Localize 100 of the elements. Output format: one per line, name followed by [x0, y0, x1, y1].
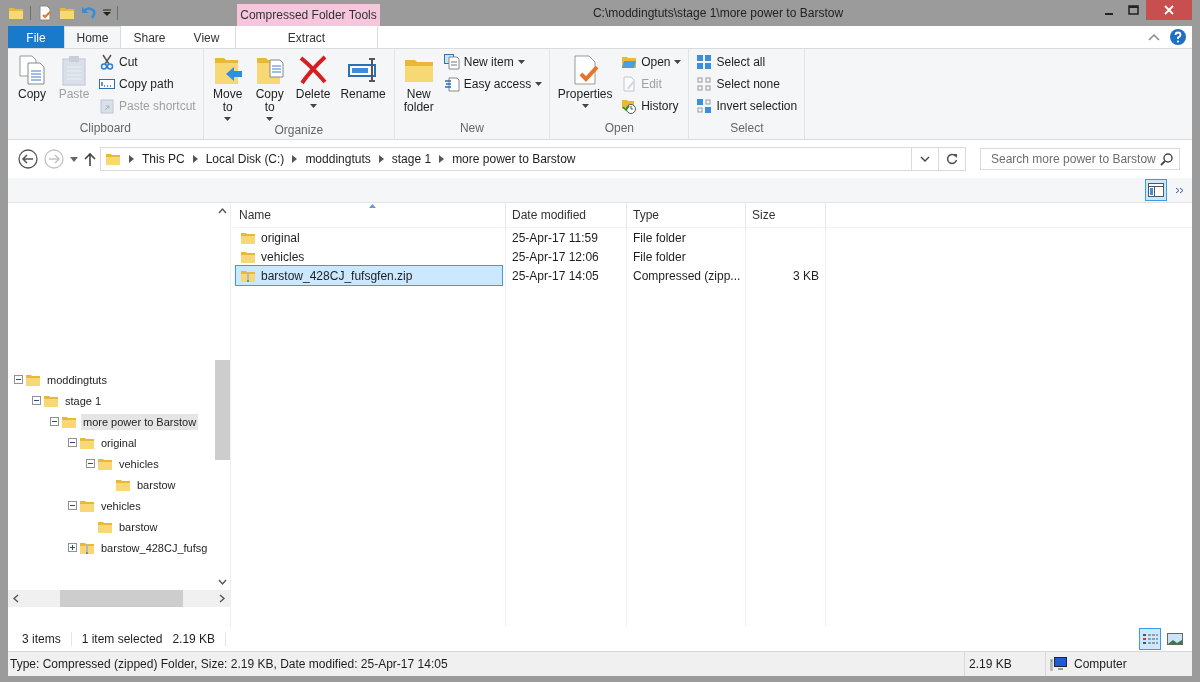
ribbon-button[interactable]: New folder [398, 52, 439, 116]
ribbon-button[interactable]: Move to [207, 52, 248, 123]
help-icon[interactable] [1170, 29, 1186, 45]
tree-item[interactable]: original [99, 434, 139, 451]
dropdown-caret-icon[interactable] [920, 156, 930, 162]
ribbon-button[interactable]: Rename [336, 52, 390, 103]
file-name[interactable]: vehicles [235, 246, 503, 267]
maximize-icon [1128, 5, 1139, 15]
caret-icon [266, 117, 274, 121]
back-button-icon[interactable] [18, 149, 38, 169]
chevron-icon[interactable] [192, 155, 198, 163]
group-label: Open [603, 121, 635, 137]
collapse-icon[interactable] [50, 417, 59, 426]
computer-icon [1050, 656, 1068, 672]
tree-item[interactable]: vehicles [117, 455, 161, 472]
breadcrumb[interactable]: moddingtuts [305, 152, 371, 166]
preview-pane-button[interactable] [1145, 179, 1167, 201]
tree-item[interactable]: barstow [117, 518, 160, 535]
ribbon-button[interactable]: Delete [291, 52, 335, 110]
tree-item[interactable]: stage 1 [63, 392, 104, 409]
ribbon-tab[interactable]: File [8, 26, 64, 48]
checkmark-document-icon[interactable] [37, 5, 53, 21]
breadcrumb[interactable]: more power to Barstow [452, 152, 576, 166]
chevron-icon[interactable] [292, 155, 298, 163]
tree-item[interactable]: more power to Barstow [81, 413, 199, 430]
details-size: 2.19 KB [969, 657, 1012, 671]
address-bar[interactable]: This PC Local Disk (C:) moddingtuts stage 1 more power to Barstow [100, 147, 966, 171]
column-header[interactable]: Name [233, 203, 506, 228]
close-icon [1164, 5, 1174, 15]
chevron-icon[interactable] [439, 155, 445, 163]
expand-icon[interactable] [68, 543, 77, 552]
chevron-icon[interactable] [378, 155, 384, 163]
column-header[interactable]: Size [746, 203, 826, 228]
location-label: Computer [1074, 657, 1127, 671]
ribbon-button[interactable]: New item [440, 54, 546, 70]
view-button[interactable] [1139, 628, 1161, 650]
horizontal-scrollbar[interactable] [8, 590, 230, 607]
shortcut-clipboard-icon [99, 98, 115, 114]
chevron-icon[interactable] [129, 155, 134, 163]
breadcrumb[interactable]: Local Disk (C:) [205, 152, 285, 166]
tree-item[interactable]: vehicles [99, 497, 143, 514]
group-label: Select [729, 121, 765, 137]
table-cell: 25-Apr-17 14:05 [506, 266, 627, 285]
ribbon-button[interactable]: Select none [693, 76, 801, 92]
close-button[interactable] [1146, 0, 1192, 20]
grid-icon [696, 54, 713, 70]
scissors-icon [99, 54, 115, 70]
clock-folder-icon [621, 98, 638, 114]
ribbon-tab[interactable]: Share [121, 26, 178, 48]
item-count: 3 items [22, 632, 61, 646]
tree-item[interactable]: barstow_428CJ_fufsg [99, 539, 210, 556]
ribbon-button[interactable]: History [618, 98, 685, 114]
ribbon-button[interactable]: Select all [693, 54, 801, 70]
caret-icon [674, 60, 682, 64]
column-header[interactable]: Date modified [506, 203, 627, 228]
caret-icon [535, 82, 543, 86]
context-tab-title: Compressed Folder Tools [237, 4, 380, 26]
pencil-document-icon [621, 76, 638, 92]
file-name[interactable]: original [235, 227, 503, 248]
caret-icon [309, 104, 317, 108]
ribbon-button[interactable]: Open [618, 54, 685, 70]
breadcrumb[interactable]: stage 1 [391, 152, 432, 166]
up-arrow-icon[interactable] [84, 152, 96, 166]
search-field[interactable]: Search more power to Barstow [980, 148, 1180, 170]
ribbon-button[interactable]: Copy path [96, 76, 199, 92]
ribbon-button[interactable]: Copy to [249, 52, 290, 123]
table-cell: 25-Apr-17 11:59 [506, 228, 627, 247]
caret-icon [224, 117, 232, 121]
collapse-icon[interactable] [14, 375, 23, 384]
table-cell: 25-Apr-17 12:06 [506, 247, 627, 266]
file-name[interactable]: barstow_428CJ_fufsgfen.zip [235, 265, 503, 286]
double-chevron-icon[interactable] [1175, 186, 1184, 194]
column-header[interactable]: Type [627, 203, 746, 228]
collapse-icon[interactable] [32, 396, 41, 405]
empty-grid-icon [696, 76, 713, 92]
ribbon-tab[interactable]: Home [64, 26, 121, 48]
refresh-icon[interactable] [946, 153, 958, 165]
tree-item[interactable]: moddingtuts [45, 371, 109, 388]
collapse-icon[interactable] [68, 501, 77, 510]
caret-icon [581, 104, 589, 108]
folder-icon [8, 5, 24, 21]
search-icon [1160, 152, 1173, 166]
minimize-icon [1104, 13, 1113, 15]
ribbon-button[interactable]: Cut [96, 54, 199, 70]
tree-item[interactable]: barstow [135, 476, 178, 493]
document-lines-icon [443, 76, 460, 92]
ribbon-button[interactable]: Invert selection [693, 98, 801, 114]
ribbon-button[interactable]: Easy access [440, 76, 546, 92]
picture-icon [1167, 633, 1183, 645]
folder-icon [105, 151, 121, 167]
group-label: Organize [273, 123, 325, 137]
ribbon-button[interactable]: Copy [12, 52, 52, 103]
ribbon-tab[interactable]: View [178, 26, 235, 48]
collapse-icon[interactable] [68, 438, 77, 447]
collapse-icon[interactable] [86, 459, 95, 468]
customize-caret-icon[interactable] [103, 9, 111, 17]
breadcrumb[interactable]: This PC [142, 152, 185, 166]
collapse-ribbon-icon[interactable] [1148, 33, 1160, 41]
recent-caret-icon[interactable] [70, 156, 78, 162]
ribbon-button[interactable]: Properties [554, 52, 617, 110]
